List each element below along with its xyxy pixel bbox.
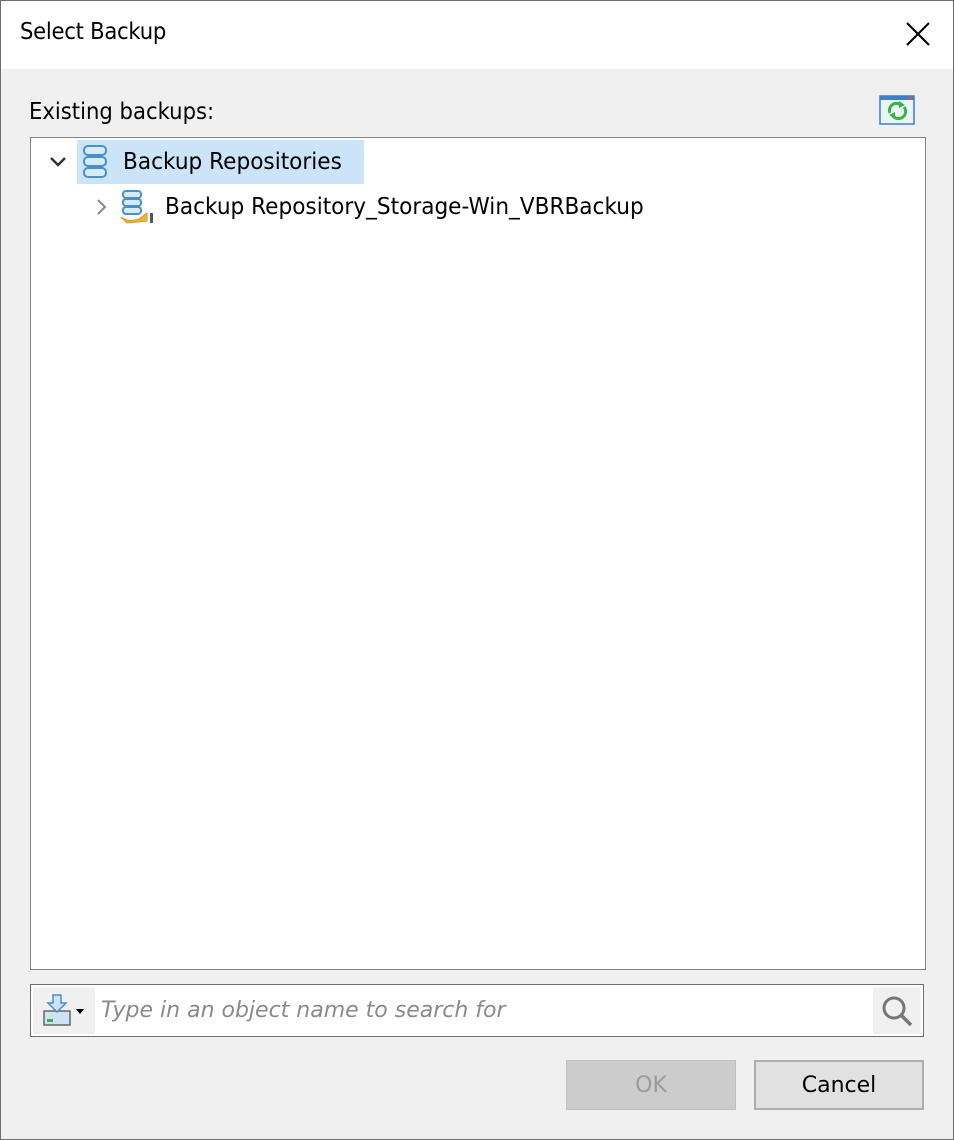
search-input[interactable] — [97, 987, 871, 1034]
refresh-button[interactable] — [879, 95, 915, 125]
backup-tree[interactable]: Backup Repositories Backup Repository_St… — [30, 137, 926, 970]
expand-toggle[interactable] — [45, 149, 71, 175]
database-icon — [77, 143, 113, 181]
dialog-title: Select Backup — [20, 19, 166, 45]
close-x-icon — [906, 22, 930, 46]
search-scope-icon — [43, 993, 84, 1026]
tree-node-selected[interactable]: Backup Repositories — [77, 140, 364, 184]
title-bar: Select Backup — [1, 1, 953, 69]
tree-item-backup-repository[interactable]: Backup Repository_Storage-Win_VBRBackup — [89, 187, 674, 227]
tree-item-backup-repositories[interactable]: Backup Repositories — [45, 140, 364, 184]
search-button[interactable] — [873, 987, 921, 1034]
close-button[interactable] — [883, 1, 953, 67]
ok-button[interactable]: OK — [566, 1060, 736, 1110]
tree-item-label: Backup Repository_Storage-Win_VBRBackup — [165, 194, 644, 220]
search-scope-dropdown[interactable] — [33, 987, 95, 1034]
expand-toggle[interactable] — [89, 194, 115, 220]
magnifier-icon — [882, 996, 913, 1026]
backup-repository-icon — [119, 188, 155, 226]
refresh-icon — [879, 95, 915, 125]
search-bar — [30, 984, 924, 1037]
chevron-down-icon — [50, 157, 66, 167]
chevron-right-icon — [97, 199, 107, 215]
select-backup-dialog: Select Backup Existing backups: Backup R… — [0, 0, 954, 1140]
cancel-button[interactable]: Cancel — [754, 1060, 924, 1110]
existing-backups-label: Existing backups: — [29, 99, 215, 125]
tree-item-label: Backup Repositories — [123, 149, 342, 175]
tree-node[interactable]: Backup Repository_Storage-Win_VBRBackup — [119, 187, 674, 227]
